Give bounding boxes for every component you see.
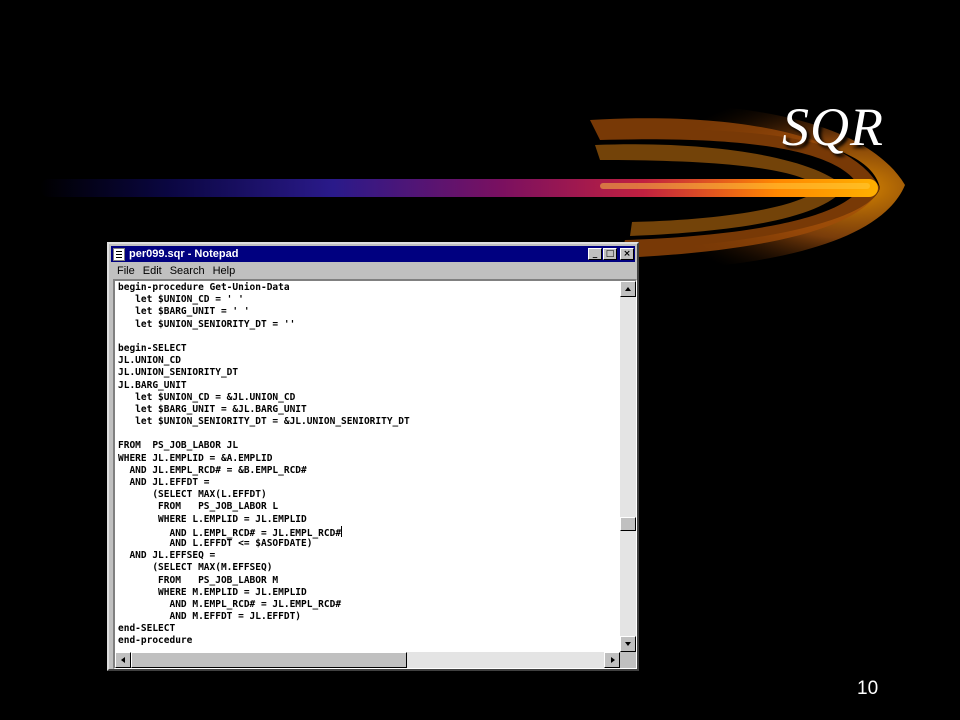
vertical-scroll-thumb[interactable] bbox=[620, 517, 636, 531]
code-line: let $BARG_UNIT = &JL.BARG_UNIT bbox=[118, 403, 307, 415]
up-arrow-icon bbox=[625, 287, 631, 291]
code-line: WHERE M.EMPLID = JL.EMPLID bbox=[118, 586, 307, 598]
code-line: FROM PS_JOB_LABOR L bbox=[118, 501, 279, 513]
scroll-down-button[interactable] bbox=[620, 636, 636, 652]
horizontal-scrollbar[interactable] bbox=[115, 652, 620, 668]
menu-file[interactable]: File bbox=[117, 265, 135, 277]
code-line: JL.BARG_UNIT bbox=[118, 379, 187, 391]
close-button[interactable]: × bbox=[620, 248, 634, 260]
down-arrow-icon bbox=[625, 642, 631, 646]
text-editor[interactable]: begin-procedure Get-Union-Data let $UNIO… bbox=[115, 281, 620, 652]
vertical-scrollbar[interactable] bbox=[620, 281, 636, 652]
scroll-up-button[interactable] bbox=[620, 281, 636, 297]
left-arrow-icon bbox=[121, 657, 125, 663]
code-line: let $UNION_CD = ' ' bbox=[118, 294, 244, 306]
code-line: begin-procedure Get-Union-Data bbox=[118, 282, 290, 293]
menu-search[interactable]: Search bbox=[170, 265, 205, 277]
code-line: AND M.EMPL_RCD# = JL.EMPL_RCD# bbox=[118, 598, 342, 610]
code-line: (SELECT MAX(M.EFFSEQ) bbox=[118, 562, 273, 574]
code-line: end-procedure bbox=[118, 635, 193, 647]
code-line: AND JL.EFFDT = bbox=[118, 477, 210, 488]
menu-bar: File Edit Search Help bbox=[111, 263, 635, 278]
code-line: WHERE JL.EMPLID = &A.EMPLID bbox=[118, 452, 273, 464]
code-line: JL.UNION_SENIORITY_DT bbox=[118, 367, 239, 379]
code-line: let $UNION_SENIORITY_DT = &JL.UNION_SENI… bbox=[118, 416, 410, 428]
text-caret bbox=[341, 525, 343, 537]
code-line: AND JL.EMPL_RCD# = &B.EMPL_RCD# bbox=[118, 464, 307, 476]
code-line: begin-SELECT bbox=[118, 342, 187, 354]
slide-page-number: 10 bbox=[857, 678, 879, 699]
code-line: (SELECT MAX(L.EFFDT) bbox=[118, 489, 267, 501]
menu-help[interactable]: Help bbox=[213, 265, 236, 277]
code-line: AND M.EFFDT = JL.EFFDT) bbox=[118, 611, 302, 623]
code-line: let $UNION_CD = &JL.UNION_CD bbox=[118, 391, 296, 403]
right-arrow-icon bbox=[611, 657, 615, 663]
code-line: AND L.EFFDT <= $ASOFDATE) bbox=[118, 537, 313, 549]
scroll-right-button[interactable] bbox=[604, 652, 620, 668]
code-line: let $UNION_SENIORITY_DT = '' bbox=[118, 318, 296, 330]
slide-title: SQR bbox=[782, 97, 884, 157]
notepad-window: per099.sqr - Notepad _ □ × File Edit Sea… bbox=[107, 242, 639, 671]
code-line: end-SELECT bbox=[118, 623, 176, 635]
notepad-icon[interactable] bbox=[113, 247, 125, 261]
code-line: JL.UNION_CD bbox=[118, 355, 181, 367]
code-line: AND JL.EFFSEQ = bbox=[118, 550, 216, 562]
maximize-button[interactable]: □ bbox=[603, 248, 617, 260]
scrollbar-corner bbox=[620, 652, 636, 668]
window-titlebar[interactable]: per099.sqr - Notepad _ □ × bbox=[111, 246, 635, 262]
menu-edit[interactable]: Edit bbox=[143, 265, 162, 277]
horizontal-scroll-thumb[interactable] bbox=[131, 652, 407, 668]
window-title: per099.sqr - Notepad bbox=[129, 248, 239, 260]
code-line: let $BARG_UNIT = ' ' bbox=[118, 306, 250, 318]
code-text[interactable]: begin-procedure Get-Union-Data let $UNIO… bbox=[115, 281, 620, 648]
editor-frame: begin-procedure Get-Union-Data let $UNIO… bbox=[113, 279, 637, 669]
minimize-button[interactable]: _ bbox=[588, 248, 602, 260]
code-line: FROM PS_JOB_LABOR M bbox=[118, 574, 279, 586]
scroll-left-button[interactable] bbox=[115, 652, 131, 668]
code-line: WHERE L.EMPLID = JL.EMPLID bbox=[118, 513, 307, 525]
code-line: FROM PS_JOB_LABOR JL bbox=[118, 440, 239, 452]
